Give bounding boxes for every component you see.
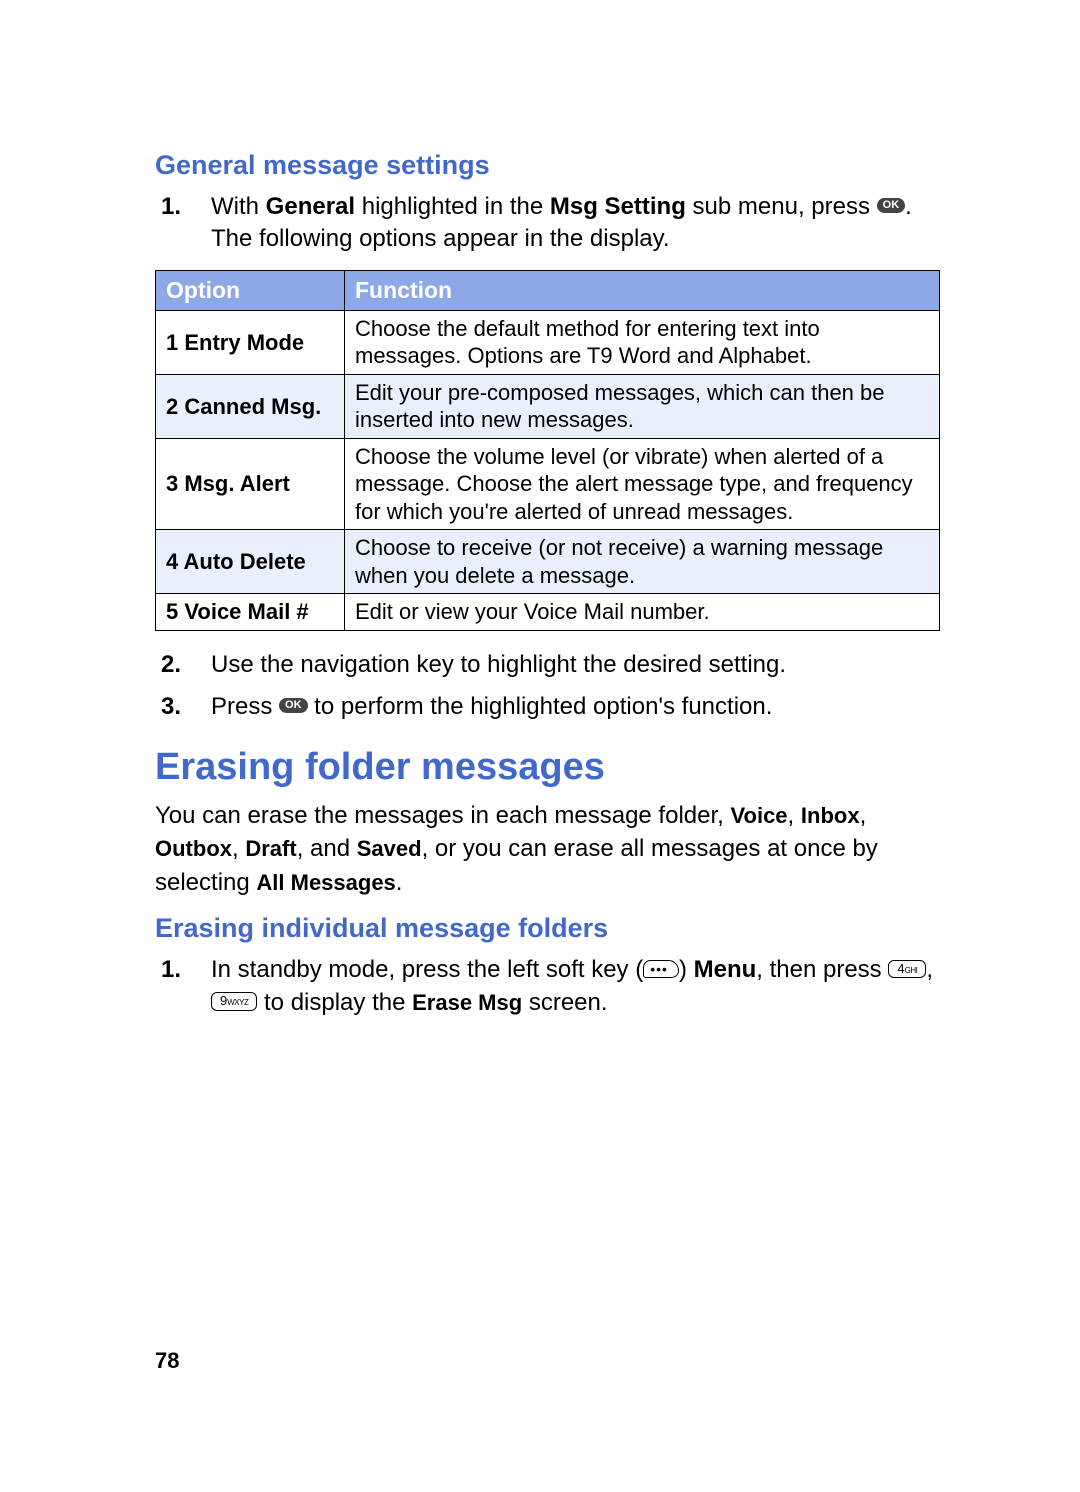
table-row: 5 Voice Mail # Edit or view your Voice M…: [156, 594, 940, 631]
th-option: Option: [156, 270, 345, 310]
ok-key-icon: OK: [279, 698, 308, 713]
step-text: ): [679, 956, 694, 983]
cell-function: Edit or view your Voice Mail number.: [345, 594, 940, 631]
cell-function: Edit your pre-composed messages, which c…: [345, 374, 940, 438]
bold-inbox: Inbox: [801, 803, 860, 828]
step-text: ,: [926, 956, 933, 983]
bold-erase-msg: Erase Msg: [412, 990, 522, 1015]
cell-function: Choose to receive (or not receive) a war…: [345, 530, 940, 594]
cell-function: Choose the default method for entering t…: [345, 310, 940, 374]
table-row: 2 Canned Msg. Edit your pre-composed mes…: [156, 374, 940, 438]
step-number: 1.: [161, 191, 181, 223]
para-text: .: [396, 869, 403, 896]
heading-general-settings: General message settings: [155, 150, 940, 181]
step-text: sub menu, press: [686, 193, 877, 220]
cell-option: 5 Voice Mail #: [156, 594, 345, 631]
step-text: With: [211, 193, 266, 220]
bold-draft: Draft: [245, 836, 296, 861]
heading-erasing-folder: Erasing folder messages: [155, 746, 940, 789]
manual-page: General message settings 1. With General…: [0, 0, 1080, 1019]
bold-outbox: Outbox: [155, 836, 232, 861]
step-text: highlighted in the: [355, 193, 550, 220]
para-text: ,: [232, 835, 245, 862]
ok-key-icon: OK: [877, 198, 906, 213]
cell-function: Choose the volume level (or vibrate) whe…: [345, 438, 940, 530]
key-sub: GHI: [905, 966, 918, 975]
para-text: ,: [860, 802, 867, 829]
heading-erasing-individual: Erasing individual message folders: [155, 913, 940, 944]
step-number: 2.: [161, 649, 181, 681]
key-4-icon: 4GHI: [888, 960, 926, 978]
bold-msg-setting: Msg Setting: [550, 193, 686, 220]
step-e1: 1. In standby mode, press the left soft …: [155, 954, 940, 1019]
para-text: , and: [297, 835, 357, 862]
table-row: 3 Msg. Alert Choose the volume level (or…: [156, 438, 940, 530]
bold-all-messages: All Messages: [256, 870, 395, 895]
steps-list-2: 2. Use the navigation key to highlight t…: [155, 649, 940, 724]
bold-general: General: [266, 193, 355, 220]
step-3: 3. Press OK to perform the highlighted o…: [155, 691, 940, 723]
cell-option: 3 Msg. Alert: [156, 438, 345, 530]
steps-list-1: 1. With General highlighted in the Msg S…: [155, 191, 940, 256]
table-row: 1 Entry Mode Choose the default method f…: [156, 310, 940, 374]
step-text: screen.: [522, 989, 607, 1016]
table-row: 4 Auto Delete Choose to receive (or not …: [156, 530, 940, 594]
step-1: 1. With General highlighted in the Msg S…: [155, 191, 940, 256]
cell-option: 2 Canned Msg.: [156, 374, 345, 438]
step-text: Press: [211, 693, 279, 720]
th-function: Function: [345, 270, 940, 310]
cell-option: 4 Auto Delete: [156, 530, 345, 594]
step-2: 2. Use the navigation key to highlight t…: [155, 649, 940, 681]
erase-paragraph: You can erase the messages in each messa…: [155, 799, 940, 900]
step-text: , then press: [756, 956, 888, 983]
cell-option: 1 Entry Mode: [156, 310, 345, 374]
bold-saved: Saved: [357, 836, 422, 861]
step-text: Use the navigation key to highlight the …: [211, 651, 786, 678]
para-text: You can erase the messages in each messa…: [155, 802, 730, 829]
key-main: 4: [897, 961, 904, 976]
step-text: to perform the highlighted option's func…: [308, 693, 773, 720]
key-sub: WXYZ: [227, 998, 248, 1007]
page-number: 78: [155, 1348, 179, 1374]
step-number: 1.: [161, 954, 181, 986]
bold-voice: Voice: [730, 803, 787, 828]
options-table: Option Function 1 Entry Mode Choose the …: [155, 270, 940, 631]
steps-list-3: 1. In standby mode, press the left soft …: [155, 954, 940, 1019]
step-text: to display the: [257, 989, 412, 1016]
para-text: ,: [788, 802, 801, 829]
key-9-icon: 9WXYZ: [211, 992, 257, 1010]
softkey-icon: •••: [643, 960, 679, 978]
step-text: In standby mode, press the left soft key…: [211, 956, 643, 983]
bold-menu: Menu: [694, 956, 757, 983]
step-number: 3.: [161, 691, 181, 723]
